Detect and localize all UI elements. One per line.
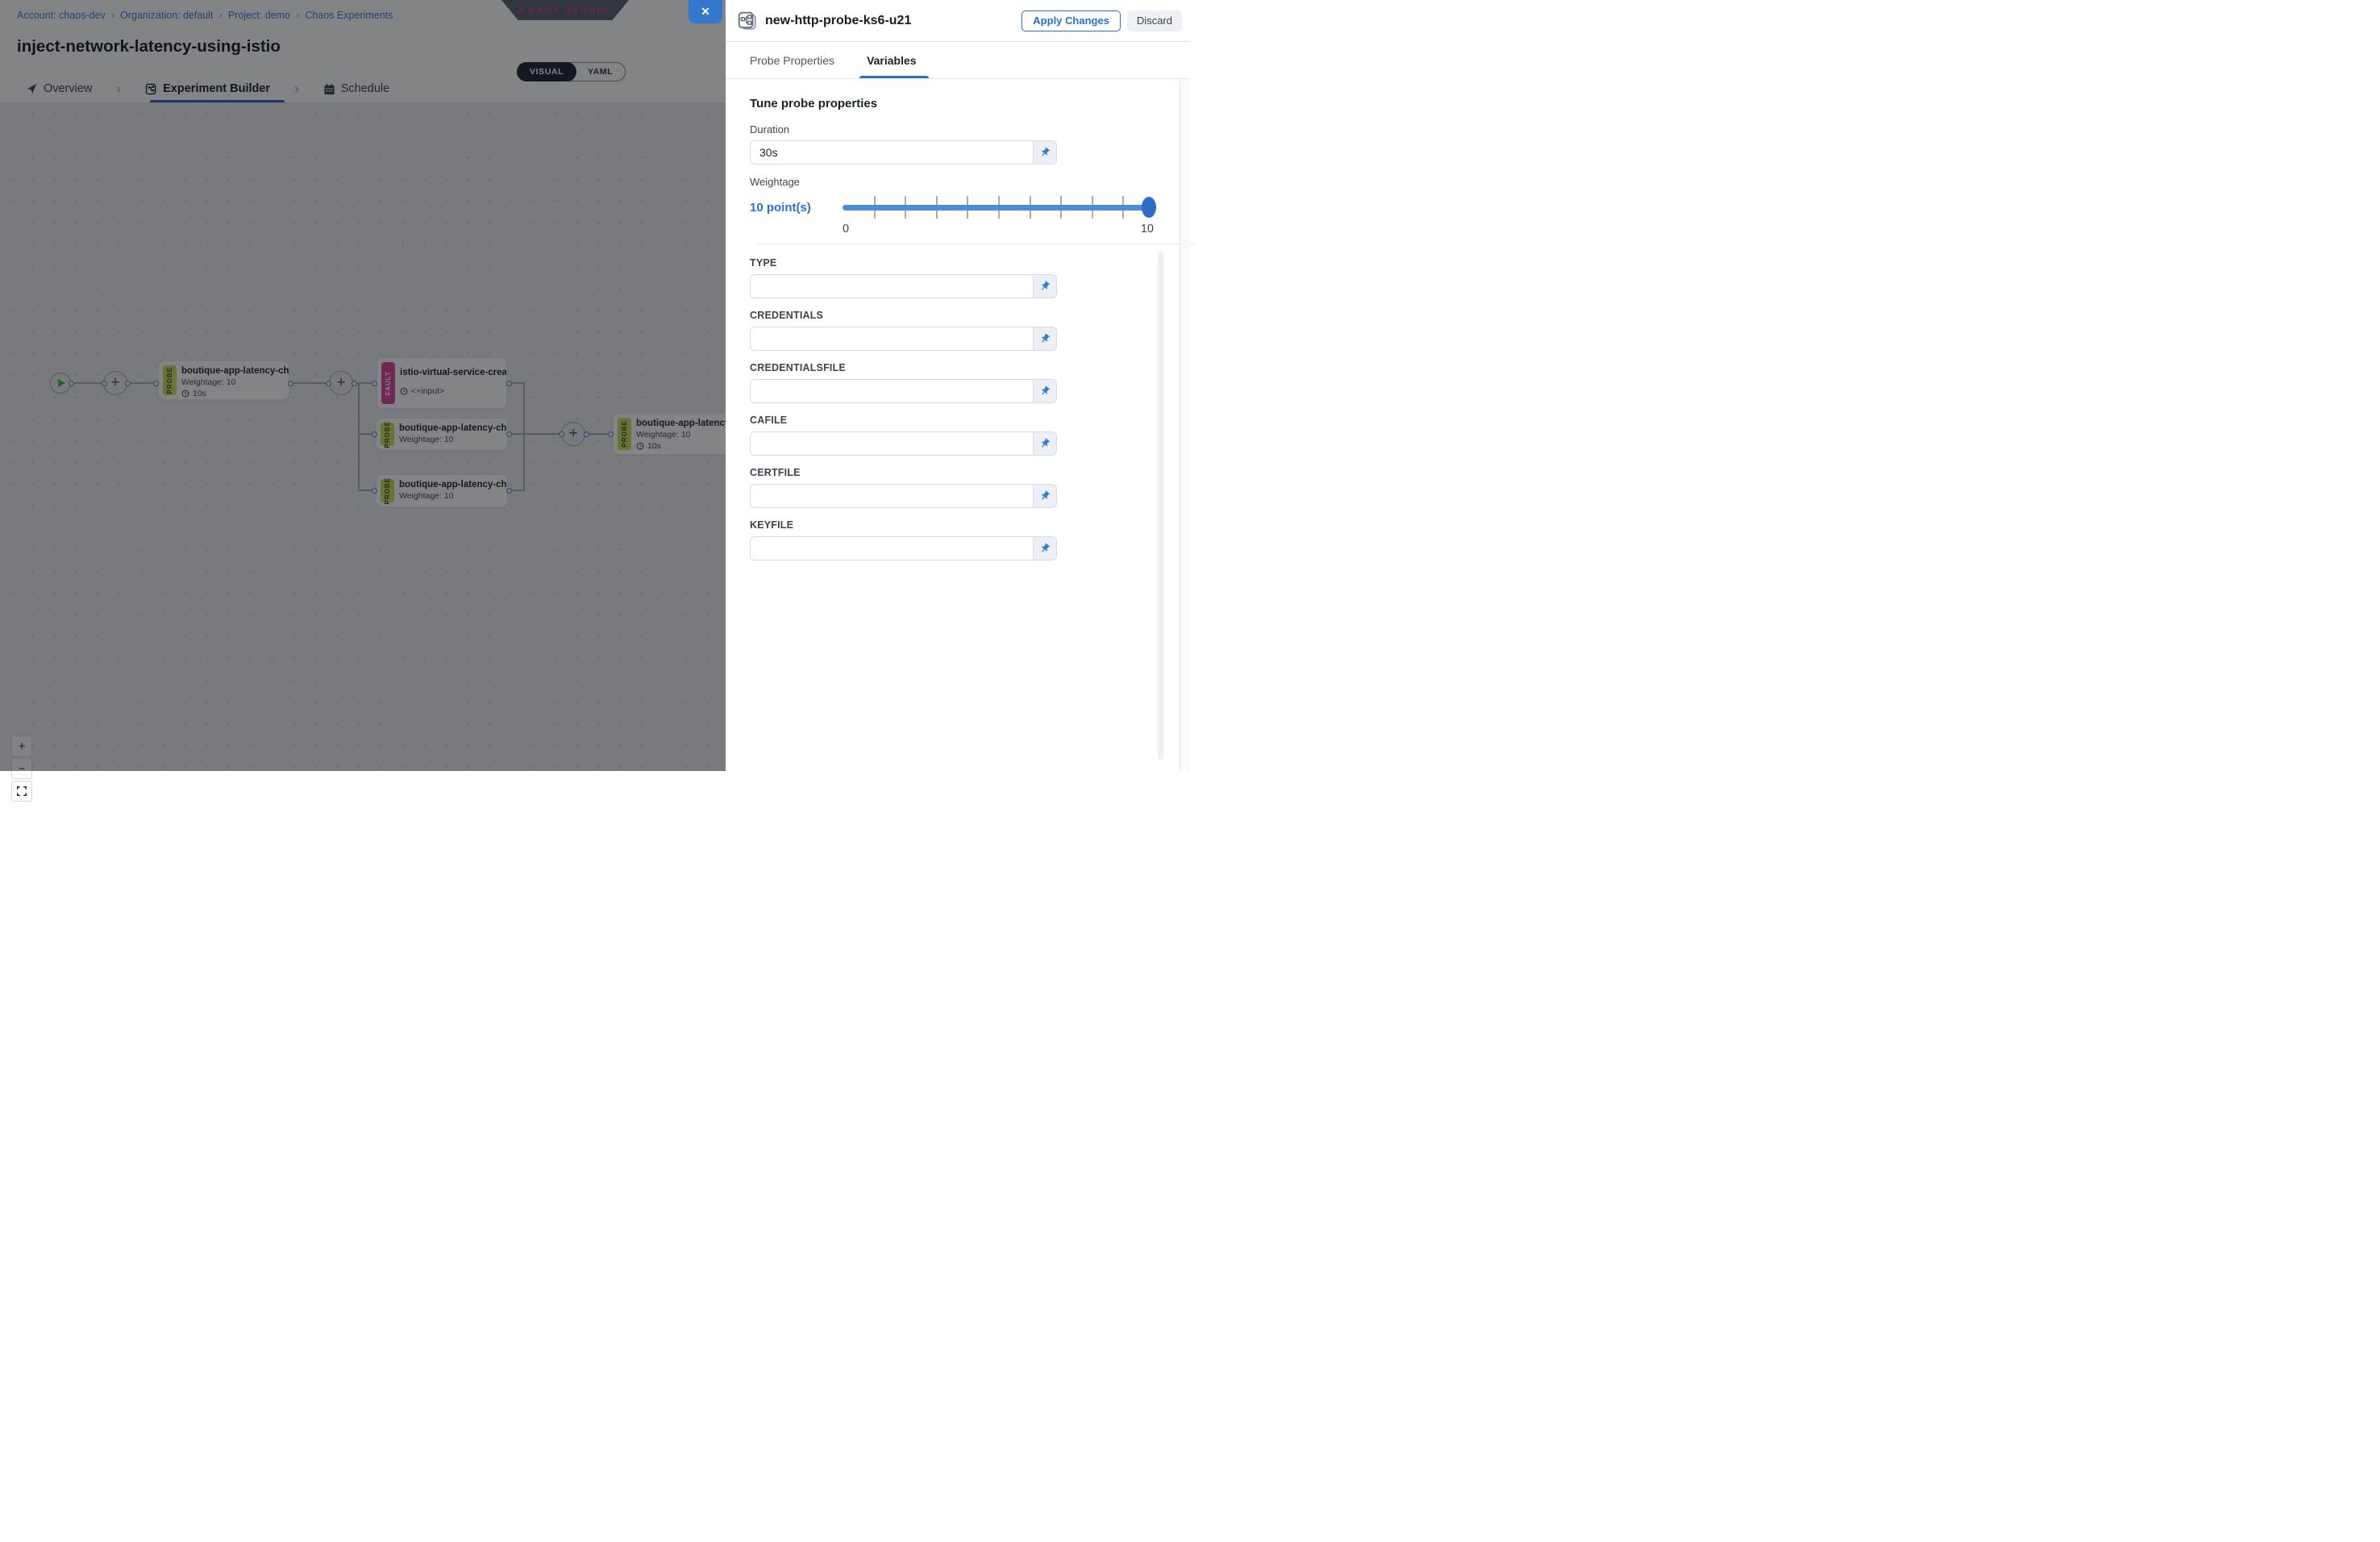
variable-field: KEYFILE: [750, 519, 1190, 561]
certfile-input[interactable]: [751, 485, 1033, 507]
pushpin-icon: [1037, 436, 1053, 452]
tab-probe-properties[interactable]: Probe Properties: [750, 54, 834, 67]
pin-button[interactable]: [1033, 432, 1056, 455]
close-drawer-button[interactable]: ✕: [689, 0, 722, 23]
variable-label: CREDENTIALSFILE: [750, 362, 1190, 373]
drawer-backdrop[interactable]: [0, 0, 726, 771]
pin-button[interactable]: [1033, 537, 1056, 560]
tune-probe-section: Tune probe properties Duration Weightage…: [726, 79, 1190, 244]
probe-name-title: new-http-probe-ks6-u21: [765, 14, 1021, 28]
variable-field: CREDENTIALS: [750, 310, 1190, 351]
keyfile-input[interactable]: [751, 537, 1033, 560]
fit-to-screen-button[interactable]: [11, 781, 32, 802]
fullscreen-icon: [17, 786, 27, 796]
active-tab-underline: [859, 76, 929, 78]
probe-config-panel: new-http-probe-ks6-u21 Apply Changes Dis…: [726, 0, 1190, 771]
pushpin-icon: [1037, 144, 1053, 160]
section-title: Tune probe properties: [750, 97, 1190, 110]
weightage-label: Weightage: [750, 176, 1190, 188]
type-input[interactable]: [751, 275, 1033, 298]
credentials-input[interactable]: [751, 327, 1033, 350]
pushpin-icon: [1037, 278, 1053, 294]
pushpin-icon: [1037, 488, 1053, 504]
apply-changes-button[interactable]: Apply Changes: [1021, 10, 1121, 31]
pin-button[interactable]: [1033, 380, 1056, 402]
panel-tabs: Probe Properties Variables: [726, 42, 1190, 79]
slider-scale: 0 10: [843, 223, 1154, 235]
pushpin-icon: [1037, 383, 1053, 399]
pushpin-icon: [1037, 331, 1053, 347]
slider-max: 10: [1141, 223, 1154, 235]
discard-button[interactable]: Discard: [1127, 10, 1182, 31]
panel-header: new-http-probe-ks6-u21 Apply Changes Dis…: [726, 0, 1190, 42]
variable-field: TYPE: [750, 257, 1190, 298]
duration-input[interactable]: [751, 141, 1033, 164]
duration-field-row: [750, 140, 1057, 165]
credentialsfile-input[interactable]: [751, 380, 1033, 402]
pin-button[interactable]: [1033, 275, 1056, 298]
variable-field: CERTFILE: [750, 467, 1190, 508]
variable-label: KEYFILE: [750, 519, 1190, 531]
pin-button[interactable]: [1033, 485, 1056, 507]
weightage-slider[interactable]: [843, 196, 1154, 219]
tab-variables[interactable]: Variables: [867, 54, 917, 67]
slider-handle[interactable]: [1142, 197, 1156, 218]
duration-label: Duration: [750, 123, 1190, 135]
variable-field: CAFILE: [750, 415, 1190, 456]
weightage-points-value: 10 point(s): [750, 201, 836, 215]
variable-label: CERTFILE: [750, 467, 1190, 478]
panel-body: Tune probe properties Duration Weightage…: [726, 79, 1190, 771]
panel-scroll-gutter[interactable]: [1180, 79, 1190, 771]
slider-min: 0: [843, 223, 849, 235]
probe-icon: [737, 10, 758, 31]
variables-scrollbar[interactable]: [1158, 252, 1163, 760]
variable-label: TYPE: [750, 257, 1190, 269]
app-root: + + + PROBE boutique-app-latency-ch... W…: [0, 0, 1190, 771]
variable-field: CREDENTIALSFILE: [750, 362, 1190, 403]
pushpin-icon: [1037, 540, 1053, 556]
slider-track[interactable]: [843, 205, 1154, 210]
variable-label: CAFILE: [750, 415, 1190, 426]
variables-section: TYPE CREDENTIALS CREDENTIALSFILE CAFILE …: [726, 244, 1190, 561]
pin-button[interactable]: [1033, 141, 1056, 164]
weightage-slider-row: 10 point(s): [750, 196, 1190, 219]
variable-label: CREDENTIALS: [750, 310, 1190, 321]
pin-button[interactable]: [1033, 327, 1056, 350]
cafile-input[interactable]: [751, 432, 1033, 455]
